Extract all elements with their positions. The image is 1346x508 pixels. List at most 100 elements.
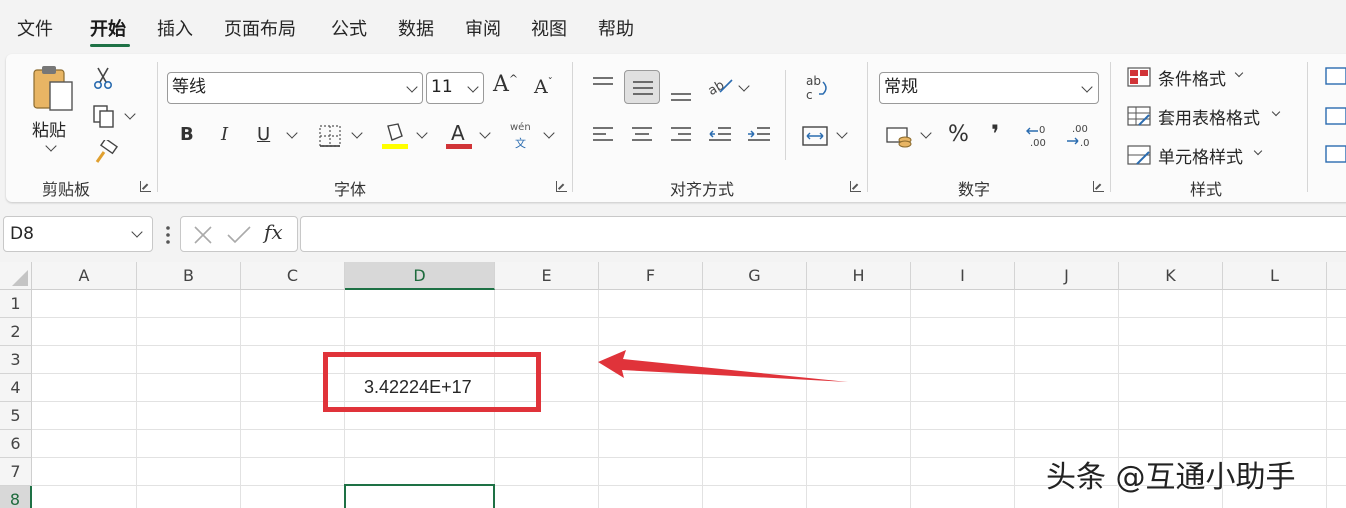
row-header-7[interactable]: 7	[0, 458, 32, 486]
column-header-m[interactable]	[1327, 262, 1346, 290]
column-header-d[interactable]: D	[345, 262, 495, 290]
clipboard-launcher-icon[interactable]	[140, 181, 151, 192]
column-header-f[interactable]: F	[599, 262, 703, 290]
increase-indent-icon[interactable]	[747, 124, 771, 146]
fill-color-icon[interactable]	[380, 120, 410, 150]
borders-icon[interactable]	[318, 124, 342, 148]
font-name-select[interactable]: 等线	[167, 72, 423, 104]
tab-file[interactable]: 文件	[17, 18, 53, 42]
insert-function-icon[interactable]: fx	[264, 220, 283, 244]
number-group-label: 数字	[958, 180, 991, 199]
row-header-3[interactable]: 3	[0, 346, 32, 374]
font-name-value: 等线	[172, 77, 206, 97]
cell-styles-button[interactable]: 单元格样式	[1158, 143, 1243, 168]
conditional-formatting-icon[interactable]	[1127, 66, 1151, 88]
column-header-a[interactable]: A	[32, 262, 137, 290]
tab-help[interactable]: 帮助	[598, 18, 634, 42]
column-header-k[interactable]: K	[1119, 262, 1223, 290]
align-center-icon[interactable]	[631, 124, 653, 146]
row-header-2[interactable]: 2	[0, 318, 32, 346]
subgroup-divider	[785, 70, 786, 160]
alignment-launcher-icon[interactable]	[850, 181, 861, 192]
number-launcher-icon[interactable]	[1093, 181, 1104, 192]
italic-icon[interactable]: I	[221, 124, 228, 145]
clipboard-group-label: 剪贴板	[42, 180, 91, 199]
row-header-5[interactable]: 5	[0, 402, 32, 430]
confirm-entry-icon[interactable]	[226, 224, 252, 246]
alignment-group-label: 对齐方式	[670, 180, 735, 199]
cells-group-icons[interactable]	[1324, 66, 1346, 166]
decrease-decimal-icon[interactable]: .00 .0	[1066, 120, 1094, 150]
align-left-icon[interactable]	[592, 124, 614, 146]
column-header-b[interactable]: B	[137, 262, 241, 290]
orientation-icon[interactable]: ab	[706, 74, 736, 100]
more-options-icon[interactable]	[164, 224, 172, 246]
number-format-select[interactable]: 常规	[879, 72, 1099, 104]
comma-style-icon[interactable]: ❜	[991, 120, 999, 148]
column-header-h[interactable]: H	[807, 262, 911, 290]
styles-group-label: 样式	[1190, 180, 1223, 199]
active-tab-indicator	[90, 44, 130, 47]
increase-decimal-icon[interactable]: 0 .00	[1026, 120, 1054, 150]
align-top-icon[interactable]	[592, 76, 614, 96]
underline-icon[interactable]: U	[257, 124, 270, 145]
tab-insert[interactable]: 插入	[157, 18, 193, 42]
cut-icon[interactable]	[92, 66, 114, 90]
decrease-indent-icon[interactable]	[708, 124, 732, 146]
font-group-label: 字体	[334, 180, 367, 199]
row-header-1[interactable]: 1	[0, 290, 32, 318]
row-header-8[interactable]: 8	[0, 486, 32, 508]
column-header-e[interactable]: E	[495, 262, 599, 290]
bold-icon[interactable]: B	[180, 124, 194, 145]
grid-line	[1326, 290, 1327, 508]
align-middle-button[interactable]	[624, 70, 660, 104]
accounting-format-icon[interactable]	[885, 124, 915, 150]
row-header-6[interactable]: 6	[0, 430, 32, 458]
row-header-4[interactable]: 4	[0, 374, 32, 402]
tab-review[interactable]: 审阅	[465, 18, 501, 42]
increase-font-size-icon[interactable]: A^	[493, 72, 518, 97]
align-right-icon[interactable]	[670, 124, 692, 146]
active-cell-d8[interactable]	[344, 484, 495, 508]
column-header-c[interactable]: C	[241, 262, 345, 290]
paste-label[interactable]: 粘贴	[32, 116, 66, 141]
font-size-value: 11	[431, 77, 453, 97]
grid-line	[32, 345, 1346, 346]
column-header-j[interactable]: J	[1015, 262, 1119, 290]
grid-line	[240, 290, 241, 508]
align-bottom-icon[interactable]	[670, 80, 692, 102]
cancel-entry-icon[interactable]	[192, 224, 214, 246]
name-box[interactable]: D8	[3, 216, 153, 252]
copy-icon[interactable]	[92, 104, 116, 128]
conditional-formatting-button[interactable]: 条件格式	[1158, 65, 1226, 90]
tab-page-layout[interactable]: 页面布局	[224, 18, 296, 42]
percent-icon[interactable]: %	[948, 122, 969, 147]
grid-line	[702, 290, 703, 508]
format-painter-icon[interactable]	[92, 140, 118, 166]
paste-icon	[33, 66, 73, 111]
column-header-i[interactable]: I	[911, 262, 1015, 290]
svg-text:ab: ab	[806, 74, 821, 88]
cell-styles-icon[interactable]	[1127, 144, 1151, 166]
paste-button[interactable]	[30, 64, 76, 114]
svg-text:A: A	[451, 121, 465, 145]
formula-input[interactable]	[300, 216, 1346, 252]
select-all-corner[interactable]	[0, 262, 32, 290]
wrap-text-icon[interactable]: ab c	[803, 72, 831, 104]
tab-formulas[interactable]: 公式	[331, 18, 367, 42]
format-as-table-icon[interactable]	[1127, 105, 1151, 127]
phonetic-icon[interactable]: 文	[515, 135, 526, 151]
merge-center-icon[interactable]	[801, 124, 829, 148]
format-as-table-button[interactable]: 套用表格格式	[1158, 104, 1260, 129]
column-header-l[interactable]: L	[1223, 262, 1327, 290]
font-color-icon[interactable]: A	[444, 120, 474, 150]
decrease-font-size-icon[interactable]: Aˇ	[534, 76, 553, 98]
tab-view[interactable]: 视图	[531, 18, 567, 42]
group-divider	[157, 62, 158, 192]
tab-data[interactable]: 数据	[398, 18, 434, 42]
select-all-icon	[12, 270, 28, 286]
svg-text:.00: .00	[1072, 124, 1088, 135]
font-launcher-icon[interactable]	[556, 181, 567, 192]
column-header-g[interactable]: G	[703, 262, 807, 290]
tab-home[interactable]: 开始	[90, 18, 126, 42]
